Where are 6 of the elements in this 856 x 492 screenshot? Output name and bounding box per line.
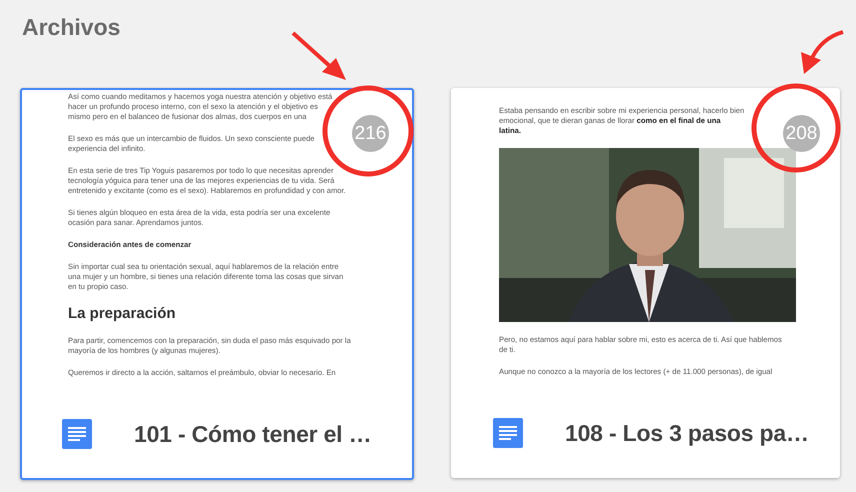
section-title: Archivos	[22, 13, 120, 41]
count-badge: 208	[783, 115, 820, 152]
document-heading: La preparación	[68, 305, 176, 322]
file-name: 101 - Cómo tener el …	[134, 420, 372, 448]
count-badge: 216	[352, 115, 389, 152]
file-name: 108 - Los 3 pasos pa…	[565, 420, 809, 446]
